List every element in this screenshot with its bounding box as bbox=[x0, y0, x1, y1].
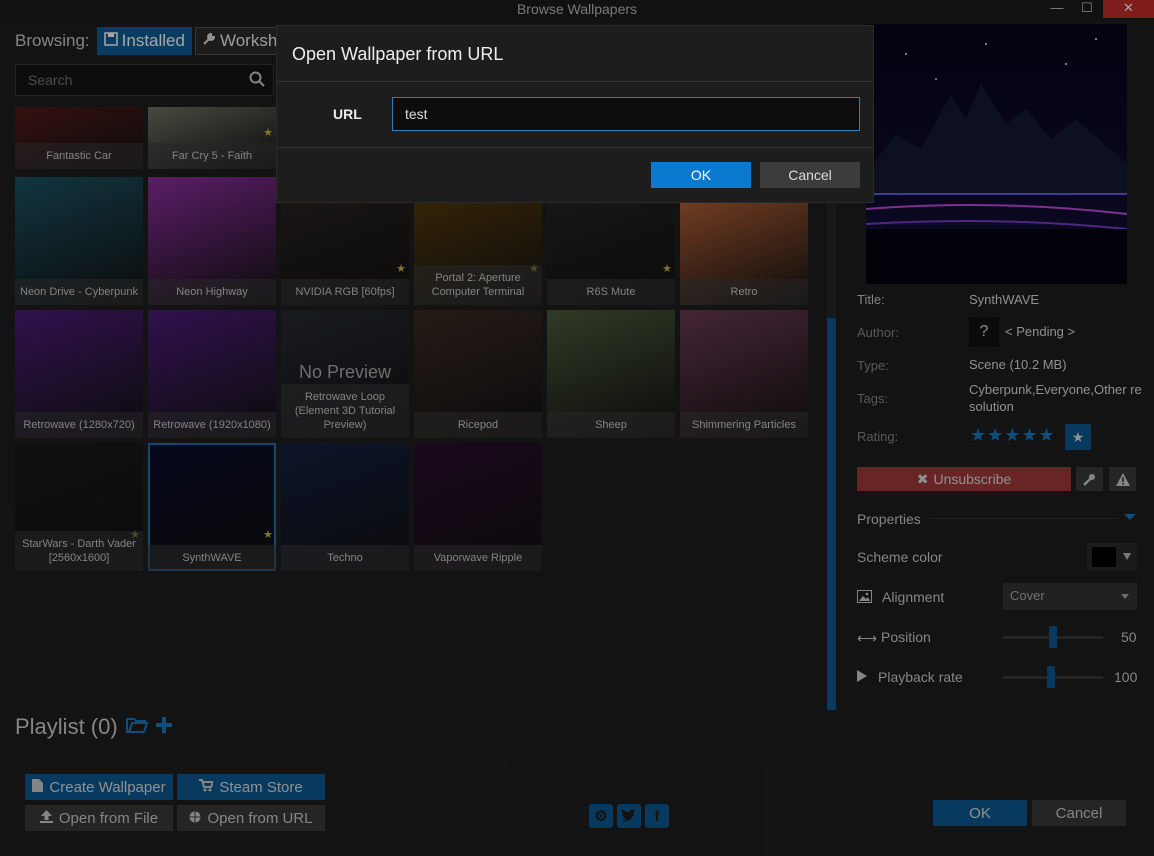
dialog-divider-top bbox=[277, 81, 873, 82]
dialog-title: Open Wallpaper from URL bbox=[292, 44, 504, 64]
url-label: URL bbox=[333, 106, 362, 122]
open-url-dialog: Open Wallpaper from URL URL OK Cancel bbox=[276, 25, 874, 203]
dialog-cancel-button[interactable]: Cancel bbox=[760, 162, 860, 188]
url-input[interactable] bbox=[392, 97, 860, 131]
dialog-divider-bottom bbox=[277, 147, 873, 148]
dialog-ok-button[interactable]: OK bbox=[651, 162, 751, 188]
